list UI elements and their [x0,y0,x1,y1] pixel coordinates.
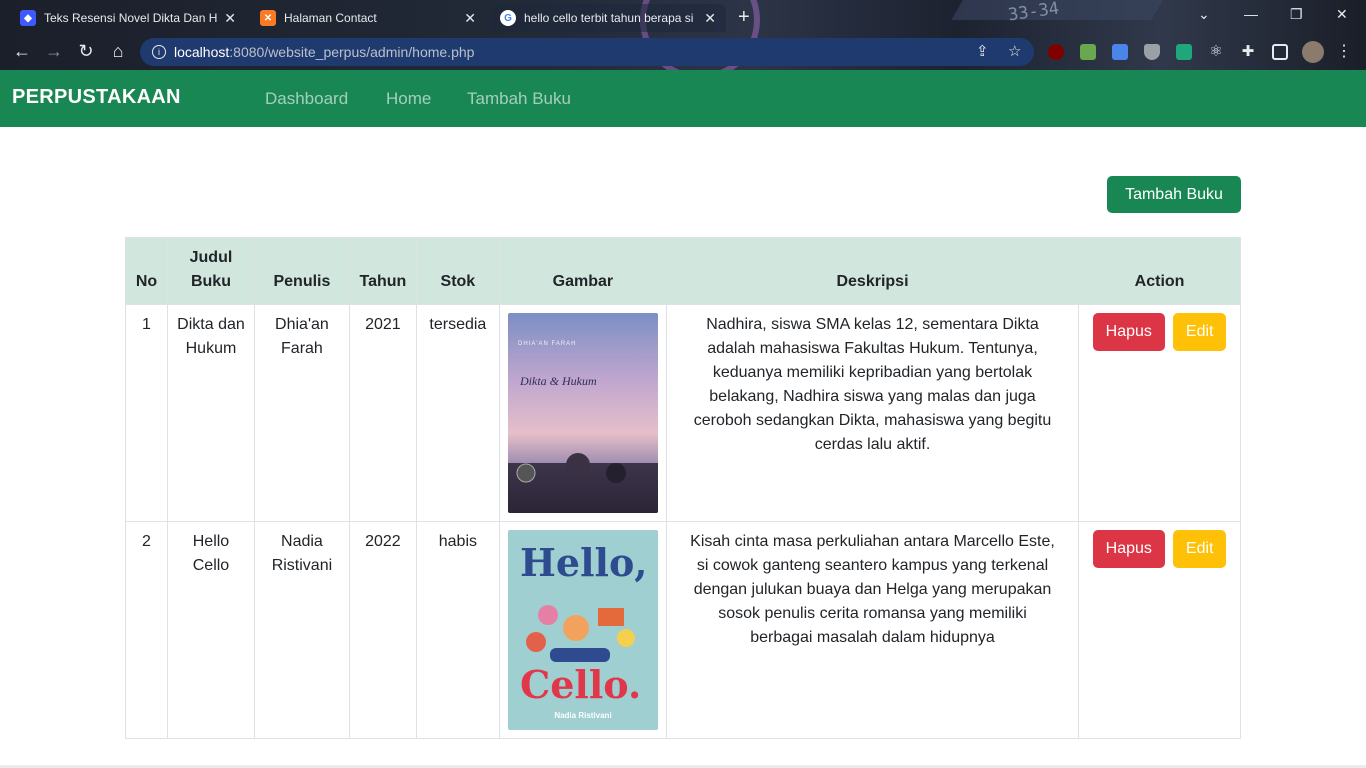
cell-tahun: 2022 [348,521,417,739]
column-header: Gambar [498,237,667,305]
tab-bar: ◆ Teks Resensi Novel Dikta Dan Hu ✕ ✕ Ha… [0,0,1366,36]
cell-gambar: DHIA'AN FARAH Dikta & Hukum [498,304,667,522]
nav-link-home[interactable]: Home [386,89,431,109]
browser-chrome: 33-34 ◆ Teks Resensi Novel Dikta Dan Hu … [0,0,1366,70]
browser-tab[interactable]: ✕ Halaman Contact ✕ [250,4,486,32]
browser-toolbar: ← → ↻ ⌂ i localhost:8080/website_perpus/… [0,36,1366,70]
column-header: Action [1078,237,1241,305]
nav-link-dashboard[interactable]: Dashboard [265,89,348,109]
cover-title: Cello. [520,662,641,707]
cell-stok: habis [415,521,500,739]
avatar[interactable] [1302,41,1324,63]
column-header: Judul Buku [166,237,255,305]
tab-title: Halaman Contact [284,11,377,25]
table-row: 1 Dikta dan Hukum Dhia'an Farah 2021 ter… [125,304,1241,522]
puzzle-icon[interactable]: ✚ [1240,44,1256,60]
url-host: localhost [174,44,230,60]
info-icon[interactable]: i [152,45,166,59]
window-close-icon[interactable]: ✕ [1336,6,1348,23]
cell-penulis: Nadia Ristivani [253,521,350,739]
bookmark-star-icon[interactable]: ☆ [1008,42,1021,60]
address-bar[interactable]: i localhost:8080/website_perpus/admin/ho… [140,38,1034,66]
new-tab-icon[interactable]: + [738,6,750,29]
cover-author: Nadia Ristivani [554,711,611,720]
shield-icon[interactable] [1144,44,1160,60]
home-icon[interactable]: ⌂ [106,41,130,62]
cover-title: Hello, [520,540,648,585]
cell-deskripsi: Nadhira, siswa SMA kelas 12, sementara D… [665,304,1080,522]
translate-icon[interactable] [1112,44,1128,60]
google-icon: G [500,10,516,26]
share-icon[interactable]: ⇪ [976,42,989,60]
kebab-menu-icon[interactable]: ⋮ [1336,44,1352,60]
cell-gambar: Hello, Cello. Nadia Ristivani [498,521,667,739]
column-header: No [125,237,168,305]
nav-link-tambah-buku[interactable]: Tambah Buku [467,89,571,109]
column-header: Tahun [348,237,417,305]
reload-icon[interactable]: ↻ [74,41,98,62]
browser-tab[interactable]: ◆ Teks Resensi Novel Dikta Dan Hu ✕ [10,4,246,32]
tab-title: hello cello terbit tahun berapa si [524,11,694,25]
tambah-buku-button[interactable]: Tambah Buku [1107,176,1241,213]
close-icon[interactable]: ✕ [464,10,476,27]
ublock-icon[interactable] [1048,44,1064,60]
cell-tahun: 2021 [348,304,417,522]
brainly-icon: ◆ [20,10,36,26]
cell-no: 1 [125,304,168,522]
cell-action: Hapus Edit [1078,304,1241,522]
table-header-row: No Judul Buku Penulis Tahun Stok Gambar … [125,237,1241,305]
column-header: Deskripsi [665,237,1080,305]
extension-icon[interactable] [1080,44,1096,60]
cell-judul: Hello Cello [166,521,255,739]
edit-button[interactable]: Edit [1172,530,1227,568]
tab-title: Teks Resensi Novel Dikta Dan Hu [44,11,219,25]
close-icon[interactable]: ✕ [224,10,236,27]
cell-no: 2 [125,521,168,739]
brand-logo[interactable]: PERPUSTAKAAN [12,86,181,109]
cell-action: Hapus Edit [1078,521,1241,739]
book-cover-image: DHIA'AN FARAH Dikta & Hukum [507,313,658,513]
column-header: Penulis [253,237,350,305]
side-panel-icon[interactable] [1272,44,1288,60]
xampp-icon: ✕ [260,10,276,26]
edit-button[interactable]: Edit [1172,313,1227,351]
chevron-down-icon[interactable]: ⌄ [1198,6,1210,23]
minimize-icon[interactable]: — [1244,6,1258,22]
column-header: Stok [415,237,500,305]
extension-icon[interactable] [1176,44,1192,60]
url-path: :8080/website_perpus/admin/home.php [229,44,475,60]
table-row: 2 Hello Cello Nadia Ristivani 2022 habis… [125,521,1241,739]
books-table: No Judul Buku Penulis Tahun Stok Gambar … [125,237,1241,739]
hapus-button[interactable]: Hapus [1092,530,1165,568]
book-cover-image: Hello, Cello. Nadia Ristivani [507,530,658,730]
cell-judul: Dikta dan Hukum [166,304,255,522]
react-devtools-icon[interactable]: ⚛ [1208,44,1224,60]
back-icon[interactable]: ← [10,41,34,62]
browser-tab-active[interactable]: G hello cello terbit tahun berapa si ✕ [490,4,726,32]
hapus-button[interactable]: Hapus [1092,313,1165,351]
cover-author: DHIA'AN FARAH [518,341,577,347]
restore-icon[interactable]: ❐ [1290,6,1303,23]
cover-title: Dikta & Hukum [519,374,597,388]
close-icon[interactable]: ✕ [704,10,716,27]
cell-penulis: Dhia'an Farah [253,304,350,522]
forward-icon[interactable]: → [42,41,66,62]
cell-deskripsi: Kisah cinta masa perkuliahan antara Marc… [665,521,1080,739]
cell-stok: tersedia [415,304,500,522]
app-navbar: PERPUSTAKAAN Dashboard Home Tambah Buku [0,70,1366,127]
